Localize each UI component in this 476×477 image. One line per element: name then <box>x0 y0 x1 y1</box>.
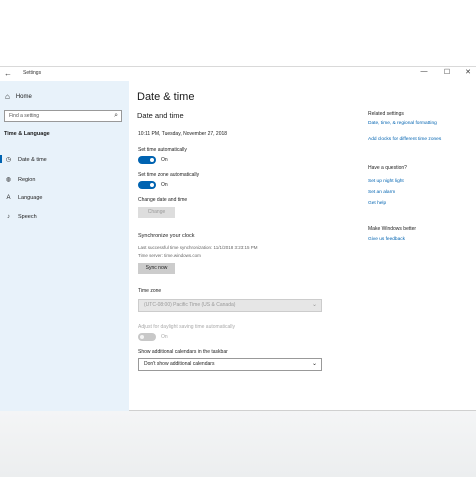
time-zone-value: (UTC-08:00) Pacific Time (US & Canada) <box>144 302 236 308</box>
dst-toggle[interactable] <box>138 333 156 341</box>
set-time-auto-toggle[interactable] <box>138 156 156 164</box>
sidebar-item-label: Region <box>18 176 36 183</box>
sidebar-item-label: Speech <box>18 214 37 220</box>
home-label: Home <box>15 93 32 100</box>
time-server-text: Time server: time.windows.com <box>138 253 201 258</box>
title-bar: ← Settings — ☐ ✕ <box>0 67 476 81</box>
back-arrow-icon[interactable]: ← <box>4 69 12 78</box>
sync-heading: Synchronize your clock <box>138 233 195 239</box>
link-add-clocks[interactable]: Add clocks for different time zones <box>368 137 441 142</box>
minimize-button[interactable]: — <box>418 68 430 75</box>
home-icon: ⌂ <box>5 92 10 101</box>
globe-icon: ◍ <box>5 177 12 183</box>
last-sync-text: Last successful time synchronization: 11… <box>138 245 258 250</box>
link-night-light[interactable]: Set up night light <box>368 179 404 184</box>
link-set-alarm[interactable]: Set an alarm <box>368 190 395 195</box>
sidebar-item-date-time[interactable]: ◷ Date & time <box>0 155 47 163</box>
calendars-value: Don't show additional calendars <box>144 361 215 367</box>
set-zone-auto-toggle[interactable] <box>138 181 156 189</box>
change-datetime-label: Change date and time <box>138 197 188 203</box>
time-zone-label: Time zone <box>138 288 162 294</box>
maximize-button[interactable]: ☐ <box>441 68 453 76</box>
microphone-icon: ♪ <box>7 214 10 220</box>
set-zone-auto-state: On <box>161 182 168 188</box>
page-title: Date & time <box>137 91 195 103</box>
make-windows-better-heading: Make Windows better <box>368 226 417 232</box>
bottom-blank-area <box>0 411 476 477</box>
sidebar-home[interactable]: ⌂ Home <box>5 92 32 101</box>
sidebar-item-language[interactable]: A Language <box>5 195 42 201</box>
change-button[interactable]: Change <box>138 207 175 218</box>
close-button[interactable]: ✕ <box>462 68 474 76</box>
question-heading: Have a question? <box>368 165 407 171</box>
sidebar-item-speech[interactable]: ♪ Speech <box>5 214 37 220</box>
related-settings-heading: Related settings <box>368 111 404 117</box>
link-regional-formatting[interactable]: Date, time, & regional formatting <box>368 121 437 126</box>
search-placeholder: Find a setting <box>9 113 40 119</box>
top-blank-area <box>0 0 476 66</box>
dst-state: On <box>161 334 168 340</box>
sidebar: ⌂ Home Find a setting ⌕ Time & Language … <box>0 81 129 411</box>
sidebar-item-label: Language <box>18 195 43 201</box>
search-input[interactable]: Find a setting ⌕ <box>4 110 122 122</box>
current-datetime: 10:11 PM, Tuesday, November 27, 2018 <box>138 131 228 137</box>
link-get-help[interactable]: Get help <box>368 201 386 206</box>
sync-now-button[interactable]: Sync now <box>138 263 175 274</box>
settings-window: ← Settings — ☐ ✕ ⌂ Home Find a setting ⌕… <box>0 66 476 411</box>
link-feedback[interactable]: Give us feedback <box>368 237 405 242</box>
sidebar-item-region[interactable]: ◍ Region <box>5 176 36 184</box>
sidebar-item-label: Date & time <box>18 156 47 163</box>
clock-icon: ◷ <box>5 157 12 163</box>
calendars-dropdown[interactable]: Don't show additional calendars ⌄ <box>138 358 322 371</box>
window-title: Settings <box>23 70 42 76</box>
set-time-auto-state: On <box>161 157 168 163</box>
section-subtitle: Date and time <box>137 111 184 120</box>
chevron-down-icon: ⌄ <box>311 302 317 308</box>
section-title: Time & Language <box>4 131 50 137</box>
dst-label: Adjust for daylight saving time automati… <box>138 324 235 330</box>
search-icon[interactable]: ⌕ <box>114 112 118 120</box>
time-zone-dropdown[interactable]: (UTC-08:00) Pacific Time (US & Canada) ⌄ <box>138 299 322 312</box>
set-time-auto-label: Set time automatically <box>138 147 187 153</box>
chevron-down-icon: ⌄ <box>311 361 317 367</box>
language-icon: A <box>6 195 11 201</box>
set-zone-auto-label: Set time zone automatically <box>138 172 200 178</box>
calendars-label: Show additional calendars in the taskbar <box>138 349 228 355</box>
main-content: Date & time Date and time 10:11 PM, Tues… <box>129 81 476 411</box>
